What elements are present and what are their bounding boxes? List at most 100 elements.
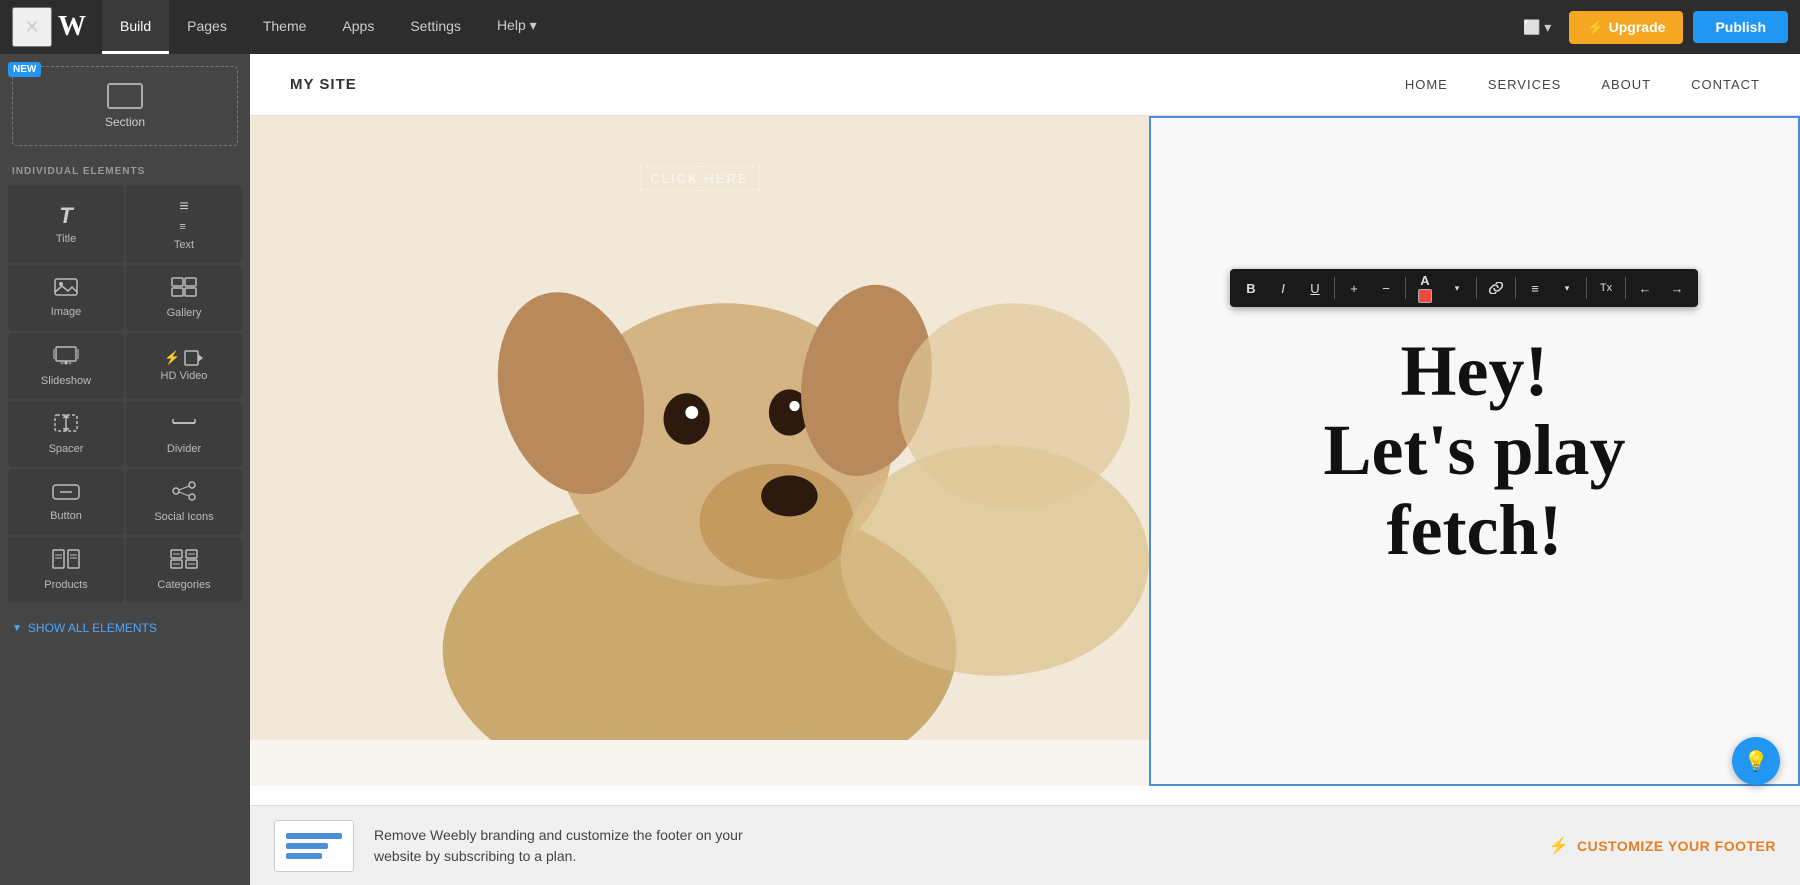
nav-home[interactable]: HOME — [1405, 77, 1448, 92]
close-button[interactable]: ✕ — [12, 7, 52, 47]
element-button[interactable]: Button — [8, 469, 124, 535]
gallery-icon — [171, 277, 197, 303]
element-slideshow-label: Slideshow — [41, 375, 91, 387]
tab-apps[interactable]: Apps — [324, 0, 392, 54]
text-icon: ≡≡ — [179, 197, 188, 235]
site-logo: MY SITE — [290, 76, 357, 93]
element-categories-label: Categories — [157, 579, 210, 591]
logo-letter: W — [58, 11, 86, 43]
element-hd-video-label: HD Video — [161, 370, 208, 382]
section-add-block[interactable]: Section — [12, 66, 238, 146]
device-selector[interactable]: ⬜ ▾ — [1515, 15, 1559, 40]
elements-grid: T Title ≡≡ Text Image — [0, 181, 250, 607]
footer-banner: Remove Weebly branding and customize the… — [250, 805, 1800, 885]
top-bar-right: ⬜ ▾ ⚡ Upgrade Publish — [1515, 11, 1788, 44]
tab-theme[interactable]: Theme — [245, 0, 325, 54]
hero-text-content: Hey! Let's play fetch! — [1283, 292, 1665, 610]
element-divider-label: Divider — [167, 443, 201, 455]
element-social-icons-label: Social Icons — [154, 511, 213, 523]
elements-heading: INDIVIDUAL ELEMENTS — [0, 158, 250, 181]
text-style-button[interactable]: Tx — [1591, 273, 1621, 303]
element-products[interactable]: Products — [8, 537, 124, 603]
weebly-logo: W — [52, 7, 92, 47]
customize-footer-label: CUSTOMIZE YOUR FOOTER — [1577, 838, 1776, 854]
puppy-illustration — [250, 116, 1149, 786]
image-icon — [54, 278, 78, 302]
element-button-label: Button — [50, 510, 82, 522]
toolbar-separator-5 — [1586, 277, 1587, 299]
toolbar-separator-4 — [1515, 277, 1516, 299]
align-button[interactable]: ≡ — [1520, 273, 1550, 303]
nav-about[interactable]: ABOUT — [1601, 77, 1651, 92]
footer-text: Remove Weebly branding and customize the… — [374, 825, 1529, 867]
element-slideshow[interactable]: Slideshow — [8, 333, 124, 399]
element-text[interactable]: ≡≡ Text — [126, 185, 242, 263]
categories-icon — [170, 549, 198, 575]
toolbar-separator-3 — [1476, 277, 1477, 299]
show-all-elements-button[interactable]: ▼ SHOW ALL ELEMENTS — [0, 611, 250, 645]
products-icon — [52, 549, 80, 575]
tab-help[interactable]: Help ▾ — [479, 0, 555, 54]
fp-line-3 — [286, 853, 322, 859]
element-title-label: Title — [56, 233, 76, 245]
customize-footer-button[interactable]: ⚡ CUSTOMIZE YOUR FOOTER — [1549, 836, 1776, 856]
help-fab-button[interactable]: 💡 — [1732, 737, 1780, 785]
hero-headline: Hey! Let's play fetch! — [1323, 332, 1625, 570]
element-spacer-label: Spacer — [49, 443, 84, 455]
show-all-label: SHOW ALL ELEMENTS — [28, 621, 157, 635]
italic-button[interactable]: I — [1268, 273, 1298, 303]
element-image[interactable]: Image — [8, 265, 124, 331]
underline-button[interactable]: U — [1300, 273, 1330, 303]
fp-line-2 — [286, 843, 328, 849]
undo-button[interactable]: ← — [1630, 273, 1660, 303]
toolbar-separator-1 — [1334, 277, 1335, 299]
text-formatting-toolbar: B I U + − A ▾ ≡ ▾ Tx — [1230, 269, 1698, 307]
slideshow-icon — [52, 345, 80, 371]
hero-text-area[interactable]: Hey! Let's play fetch! — [1149, 116, 1800, 786]
element-image-label: Image — [51, 306, 82, 318]
element-hd-video[interactable]: ⚡ HD Video — [126, 333, 242, 399]
nav-contact[interactable]: CONTACT — [1691, 77, 1760, 92]
font-size-increase-button[interactable]: + — [1339, 273, 1369, 303]
social-icons-icon — [171, 481, 197, 507]
element-social-icons[interactable]: Social Icons — [126, 469, 242, 535]
nav-services[interactable]: SERVICES — [1488, 77, 1562, 92]
font-color-button[interactable]: A — [1410, 273, 1440, 303]
element-title[interactable]: T Title — [8, 185, 124, 263]
canvas: MY SITE HOME SERVICES ABOUT CONTACT B I … — [250, 54, 1800, 885]
title-icon: T — [59, 203, 72, 229]
section-label: Section — [105, 115, 145, 129]
site-header: MY SITE HOME SERVICES ABOUT CONTACT — [250, 54, 1800, 116]
button-icon — [52, 483, 80, 506]
publish-button[interactable]: Publish — [1693, 11, 1788, 43]
element-products-label: Products — [44, 579, 87, 591]
fp-line-1 — [286, 833, 342, 839]
element-divider[interactable]: Divider — [126, 401, 242, 467]
upgrade-button[interactable]: ⚡ Upgrade — [1569, 11, 1683, 44]
font-size-decrease-button[interactable]: − — [1371, 273, 1401, 303]
element-spacer[interactable]: Spacer — [8, 401, 124, 467]
tab-build[interactable]: Build — [102, 0, 169, 54]
link-button[interactable] — [1481, 273, 1511, 303]
main-layout: NEW Section INDIVIDUAL ELEMENTS T Title … — [0, 54, 1800, 885]
hero-image-area[interactable]: CLICK HERE — [250, 116, 1149, 786]
toolbar-separator-6 — [1625, 277, 1626, 299]
hero-section: CLICK HERE Hey! Let's play fetch! — [250, 116, 1800, 786]
spacer-icon — [53, 413, 79, 439]
tab-settings[interactable]: Settings — [392, 0, 479, 54]
redo-button[interactable]: → — [1662, 273, 1692, 303]
close-icon: ✕ — [24, 17, 39, 38]
hd-video-icon: ⚡ — [164, 350, 203, 366]
tab-pages[interactable]: Pages — [169, 0, 245, 54]
lightning-icon: ⚡ — [1549, 836, 1569, 856]
font-color-dropdown[interactable]: ▾ — [1442, 273, 1472, 303]
footer-preview-lines — [280, 827, 348, 865]
chevron-down-icon: ▼ — [12, 623, 22, 634]
align-dropdown[interactable]: ▾ — [1552, 273, 1582, 303]
element-gallery[interactable]: Gallery — [126, 265, 242, 331]
sidebar: NEW Section INDIVIDUAL ELEMENTS T Title … — [0, 54, 250, 885]
divider-icon — [171, 413, 197, 439]
element-categories[interactable]: Categories — [126, 537, 242, 603]
color-indicator — [1418, 289, 1432, 303]
bold-button[interactable]: B — [1236, 273, 1266, 303]
